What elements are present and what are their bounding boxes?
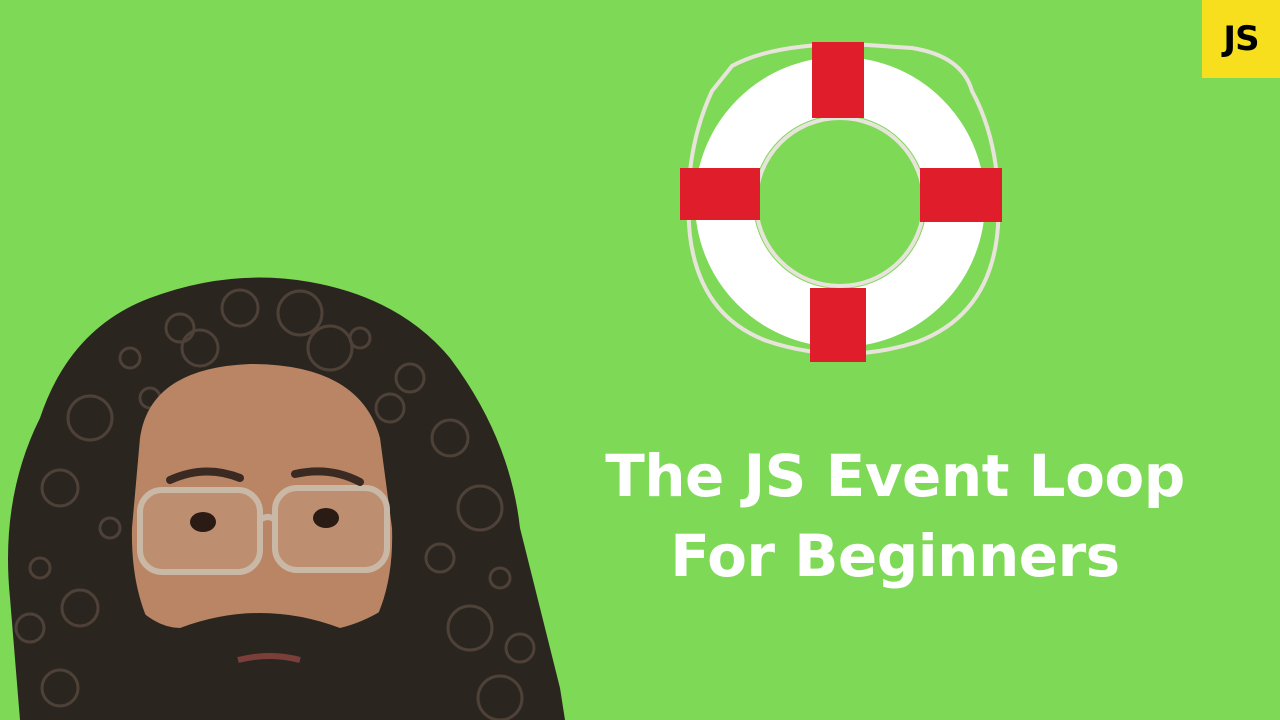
lifebuoy-stripe-bottom xyxy=(810,288,866,362)
thumbnail-canvas: JS The JS Event Loop For Beginners xyxy=(0,0,1280,720)
video-title-line-1: The JS Event Loop xyxy=(605,442,1185,510)
video-title-line-2: For Beginners xyxy=(670,522,1120,590)
js-logo-badge: JS xyxy=(1202,0,1280,78)
lifebuoy-stripe-right xyxy=(920,168,1002,222)
js-logo-label: JS xyxy=(1223,19,1259,59)
lifebuoy-stripe-left xyxy=(680,168,760,220)
lifebuoy-stripe-top xyxy=(812,42,864,118)
video-title: The JS Event Loop For Beginners xyxy=(560,436,1230,596)
lifebuoy-icon xyxy=(680,41,1002,362)
lifebuoy-inner-rope xyxy=(754,116,926,288)
presenter-photo xyxy=(8,277,565,720)
